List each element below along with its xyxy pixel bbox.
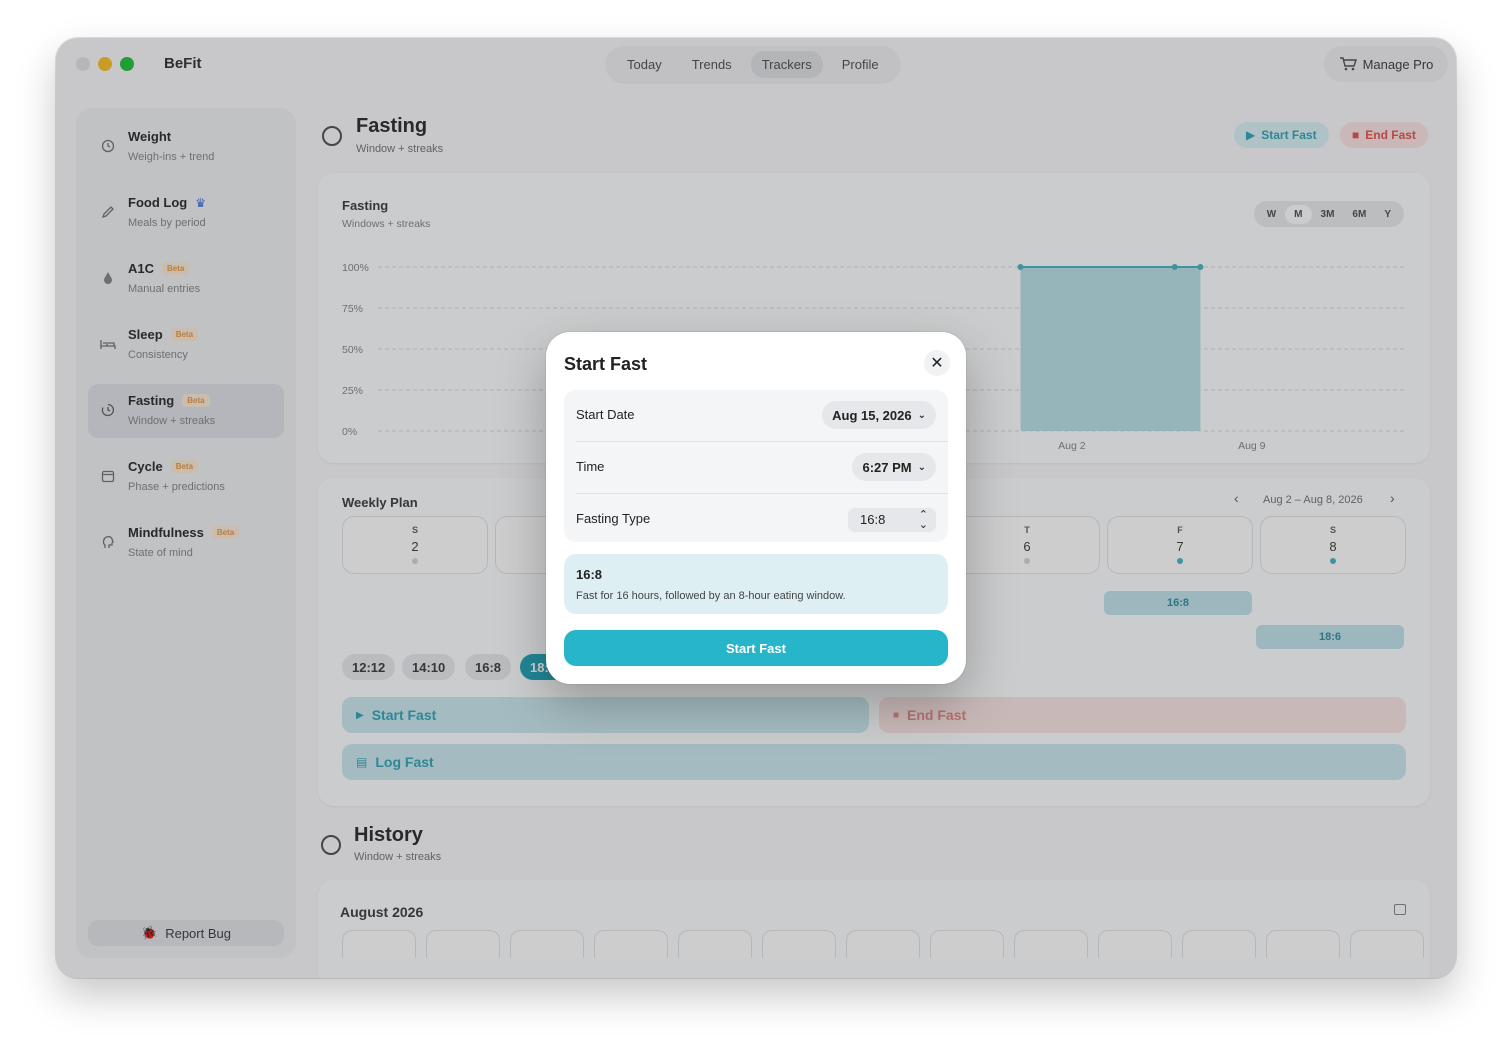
- time-value: 6:27 PM: [862, 459, 912, 475]
- start-date-value: Aug 15, 2026: [832, 407, 912, 423]
- start-fast-submit-button[interactable]: Start Fast: [564, 630, 948, 666]
- close-dialog-button[interactable]: ✕: [924, 350, 950, 376]
- info-title: 16:8: [576, 567, 603, 582]
- fasting-type-select[interactable]: 16:8 ⌃ ⌄: [848, 508, 936, 532]
- chevron-up-down-icon: ⌃ ⌄: [918, 509, 928, 531]
- close-icon: ✕: [930, 355, 944, 372]
- chevron-down-icon: ⌄: [917, 409, 926, 421]
- time-label: Time: [576, 459, 605, 474]
- info-text: Fast for 16 hours, followed by an 8-hour…: [576, 590, 846, 602]
- time-picker[interactable]: 6:27 PM ⌄: [852, 453, 936, 481]
- chevron-down-icon: ⌄: [917, 461, 926, 473]
- fasting-type-info: 16:8 Fast for 16 hours, followed by an 8…: [564, 554, 948, 614]
- form-group: Start Date Aug 15, 2026 ⌄ Time 6:27 PM ⌄…: [564, 390, 948, 542]
- start-date-picker[interactable]: Aug 15, 2026 ⌄: [822, 401, 936, 429]
- start-date-label: Start Date: [576, 407, 635, 422]
- start-fast-dialog: Start Fast ✕ Start Date Aug 15, 2026 ⌄ T…: [546, 332, 966, 684]
- start-date-row: Start Date Aug 15, 2026 ⌄: [564, 390, 948, 440]
- app-window: BeFit Today Trends Trackers Profile Mana…: [56, 38, 1456, 978]
- fasting-type-label: Fasting Type: [576, 511, 651, 526]
- time-row: Time 6:27 PM ⌄: [564, 442, 948, 492]
- dialog-title: Start Fast: [564, 354, 648, 374]
- fasting-type-row: Fasting Type 16:8 ⌃ ⌄: [564, 494, 948, 544]
- fasting-type-value: 16:8: [860, 512, 886, 527]
